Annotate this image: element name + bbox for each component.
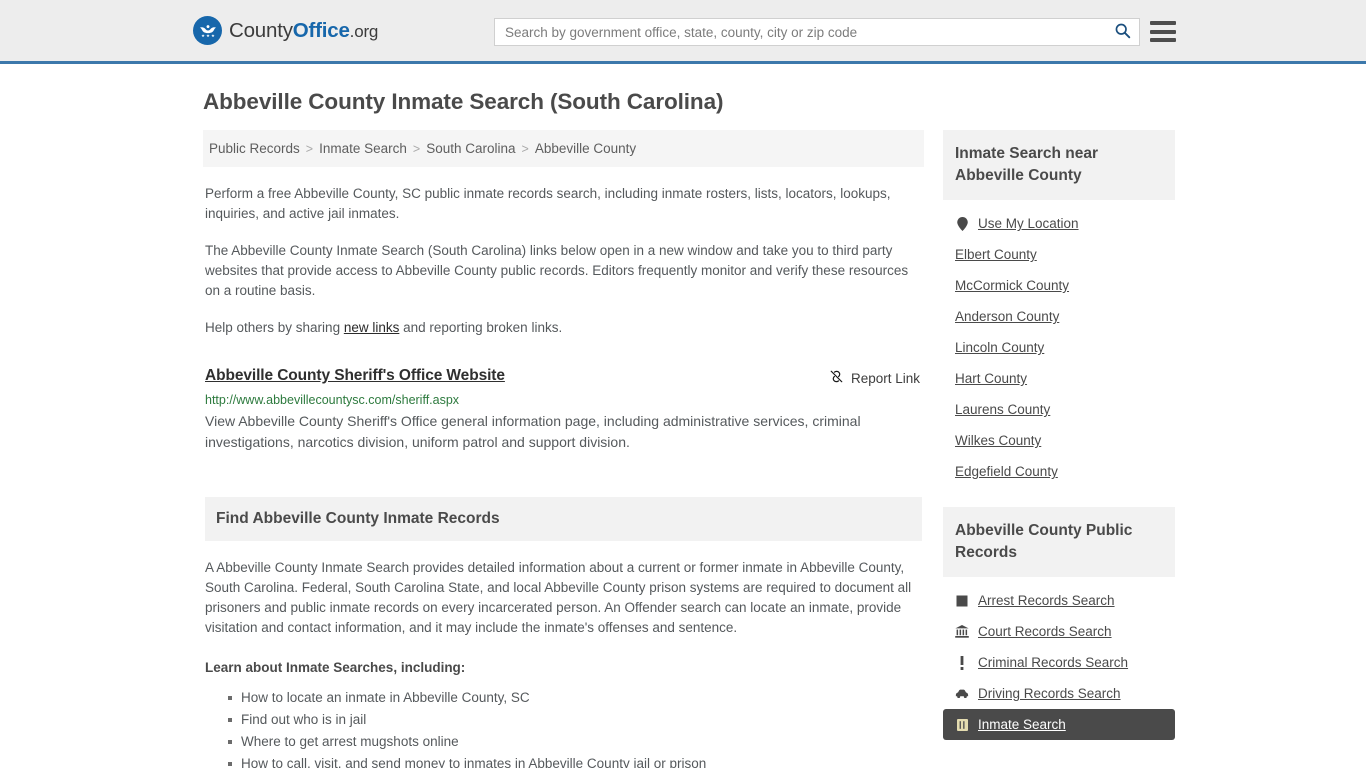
sidebar-item-mccormick-county[interactable]: McCormick County <box>943 270 1175 301</box>
list-item: Find out who is in jail <box>228 709 924 731</box>
inmate-search-near-title: Inmate Search near Abbeville County <box>955 145 1099 184</box>
result-header-row: Abbeville County Sheriff's Office Websit… <box>205 367 922 387</box>
breadcrumb-separator: > <box>305 141 314 156</box>
report-link-label: Report Link <box>850 370 920 386</box>
sidebar-item-label: Court Records Search <box>978 624 1112 639</box>
list-item: How to locate an inmate in Abbeville Cou… <box>228 687 924 709</box>
share-text-after: and reporting broken links. <box>399 320 563 335</box>
find-records-section-header: Find Abbeville County Inmate Records <box>205 497 922 541</box>
site-logo[interactable]: CountyOffice.org <box>193 16 378 45</box>
sidebar-item-edgefield-county[interactable]: Edgefield County <box>943 456 1175 487</box>
site-header: CountyOffice.org <box>0 0 1366 64</box>
sidebar-item-label: Lincoln County <box>955 340 1045 355</box>
inmate-search-near-panel-header: Inmate Search near Abbeville County <box>943 130 1175 200</box>
sidebar-item-criminal-records-search[interactable]: Criminal Records Search <box>943 647 1175 678</box>
eagle-seal-icon <box>193 16 222 45</box>
breadcrumb-item-inmate-search[interactable]: Inmate Search <box>315 141 411 156</box>
logo-text-office: Office <box>292 18 350 42</box>
sidebar-item-label: Driving Records Search <box>978 686 1121 701</box>
main-column: Public Records > Inmate Search > South C… <box>203 130 924 768</box>
nearby-counties-list: Use My Location Elbert County McCormick … <box>943 208 1175 487</box>
exclamation-icon <box>955 655 969 670</box>
result-url: http://www.abbevillecountysc.com/sheriff… <box>205 393 460 407</box>
page-title: Abbeville County Inmate Search (South Ca… <box>203 89 724 114</box>
sidebar-item-court-records-search[interactable]: Court Records Search <box>943 616 1175 647</box>
public-records-title: Abbeville County Public Records <box>955 522 1133 561</box>
sidebar-item-label: McCormick County <box>955 278 1070 293</box>
breadcrumb-item-public-records[interactable]: Public Records <box>205 141 304 156</box>
car-icon <box>955 688 969 699</box>
list-item: How to call, visit, and send money to in… <box>228 753 924 768</box>
list-item: Where to get arrest mugshots online <box>228 731 924 753</box>
intro-paragraph-1: Perform a free Abbeville County, SC publ… <box>205 186 891 221</box>
sidebar-item-label: Arrest Records Search <box>978 593 1115 608</box>
sidebar-item-label: Inmate Search <box>978 717 1066 732</box>
intro-paragraph-2: The Abbeville County Inmate Search (Sout… <box>205 243 909 298</box>
public-records-panel-header: Abbeville County Public Records <box>943 507 1175 577</box>
learn-about-heading: Learn about Inmate Searches, including: <box>205 660 466 675</box>
breadcrumb-separator: > <box>521 141 529 156</box>
sidebar-item-label: Criminal Records Search <box>978 655 1129 670</box>
search-bar[interactable] <box>494 18 1140 46</box>
sidebar: Inmate Search near Abbeville County Use … <box>943 130 1175 768</box>
arrest-book-icon <box>955 595 969 607</box>
breadcrumb-item-south-carolina[interactable]: South Carolina <box>422 141 519 156</box>
page-container: Abbeville County Inmate Search (South Ca… <box>0 89 1366 768</box>
public-records-list: Arrest Records Search Court Records Sear… <box>943 585 1175 740</box>
menu-bar-1 <box>1150 21 1176 25</box>
sidebar-item-wilkes-county[interactable]: Wilkes County <box>943 425 1175 456</box>
report-link-button[interactable]: Report Link <box>829 369 920 387</box>
sidebar-item-label: Edgefield County <box>955 464 1058 479</box>
sidebar-item-laurens-county[interactable]: Laurens County <box>943 394 1175 425</box>
logo-wordmark: CountyOffice.org <box>229 19 378 43</box>
courthouse-icon <box>955 625 969 638</box>
search-input[interactable] <box>495 19 1105 45</box>
logo-text-county: County <box>229 18 293 42</box>
sidebar-item-use-my-location[interactable]: Use My Location <box>943 208 1175 239</box>
sidebar-item-hart-county[interactable]: Hart County <box>943 363 1175 394</box>
search-icon <box>1114 22 1131 42</box>
find-records-heading: Find Abbeville County Inmate Records <box>216 510 500 527</box>
intro-paragraph-3: Help others by sharing new links and rep… <box>205 318 922 338</box>
sidebar-item-arrest-records-search[interactable]: Arrest Records Search <box>943 585 1175 616</box>
public-records-panel: Abbeville County Public Records Arrest R… <box>943 507 1175 740</box>
sidebar-item-driving-records-search[interactable]: Driving Records Search <box>943 678 1175 709</box>
sidebar-item-elbert-county[interactable]: Elbert County <box>943 239 1175 270</box>
sidebar-item-label: Use My Location <box>978 216 1079 231</box>
breadcrumb: Public Records > Inmate Search > South C… <box>203 130 924 167</box>
content-columns: Public Records > Inmate Search > South C… <box>0 130 1366 768</box>
result-title-link[interactable]: Abbeville County Sheriff's Office Websit… <box>205 367 505 385</box>
broken-link-icon <box>829 369 844 387</box>
sidebar-item-anderson-county[interactable]: Anderson County <box>943 301 1175 332</box>
inmate-search-near-panel: Inmate Search near Abbeville County Use … <box>943 130 1175 487</box>
menu-bar-3 <box>1150 38 1176 42</box>
menu-bar-2 <box>1150 29 1176 34</box>
sidebar-item-label: Elbert County <box>955 247 1037 262</box>
search-button[interactable] <box>1105 19 1139 45</box>
sidebar-item-label: Hart County <box>955 371 1028 386</box>
sidebar-item-label: Laurens County <box>955 402 1051 417</box>
learn-about-list: How to locate an inmate in Abbeville Cou… <box>203 687 924 768</box>
logo-text-org: .org <box>349 21 379 41</box>
breadcrumb-separator: > <box>412 141 421 156</box>
sidebar-item-label: Anderson County <box>955 309 1060 324</box>
breadcrumb-item-abbeville-county[interactable]: Abbeville County <box>531 141 640 156</box>
hamburger-menu-icon[interactable] <box>1150 19 1176 44</box>
result-entry: Abbeville County Sheriff's Office Websit… <box>205 367 922 453</box>
jail-cell-icon <box>955 718 969 731</box>
sidebar-item-label: Wilkes County <box>955 433 1042 448</box>
sidebar-item-inmate-search[interactable]: Inmate Search <box>943 709 1175 740</box>
sidebar-item-lincoln-county[interactable]: Lincoln County <box>943 332 1175 363</box>
map-pin-icon <box>955 216 969 231</box>
share-text-before: Help others by sharing <box>205 320 344 335</box>
new-links-link[interactable]: new links <box>344 320 400 335</box>
result-description: View Abbeville County Sheriff's Office g… <box>205 413 861 450</box>
find-records-body: A Abbeville County Inmate Search provide… <box>205 560 912 635</box>
